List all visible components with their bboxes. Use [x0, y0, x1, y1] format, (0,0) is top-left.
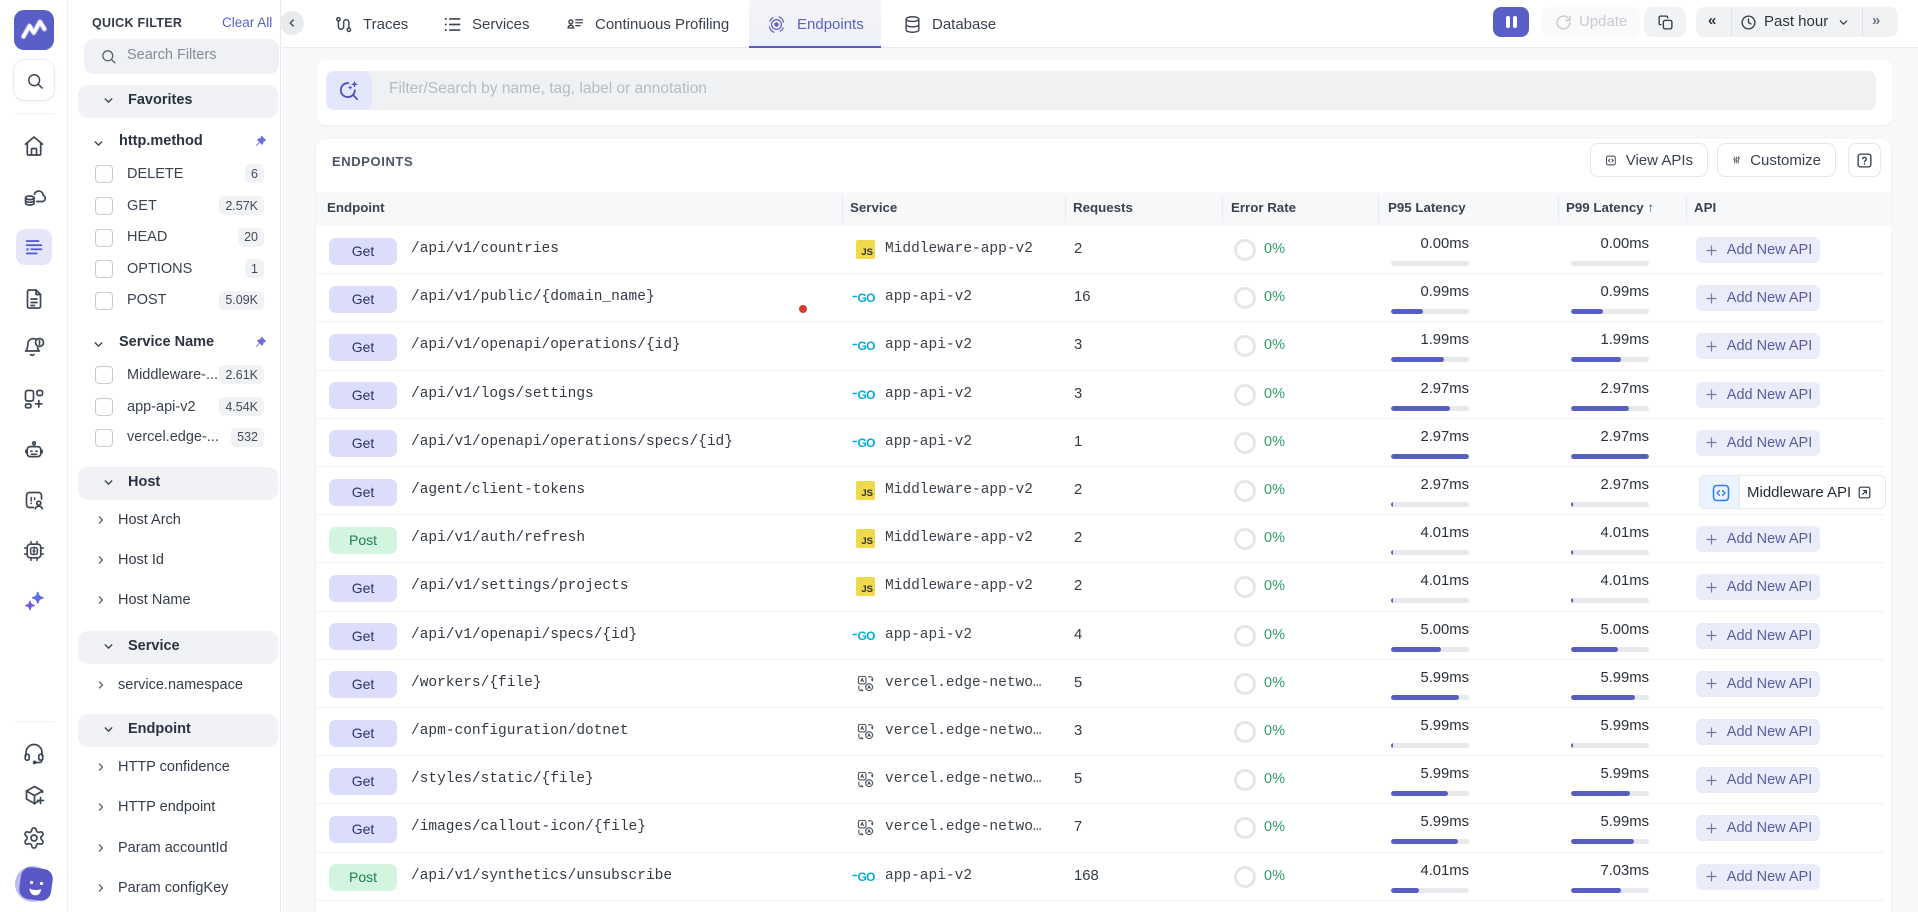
svg-text:GO: GO	[858, 339, 876, 353]
svg-text:GO: GO	[858, 628, 876, 642]
svg-text:GO: GO	[858, 291, 876, 305]
svg-text:GO: GO	[858, 387, 876, 401]
svg-text:GO: GO	[858, 436, 876, 450]
svg-text:GO: GO	[858, 869, 876, 883]
